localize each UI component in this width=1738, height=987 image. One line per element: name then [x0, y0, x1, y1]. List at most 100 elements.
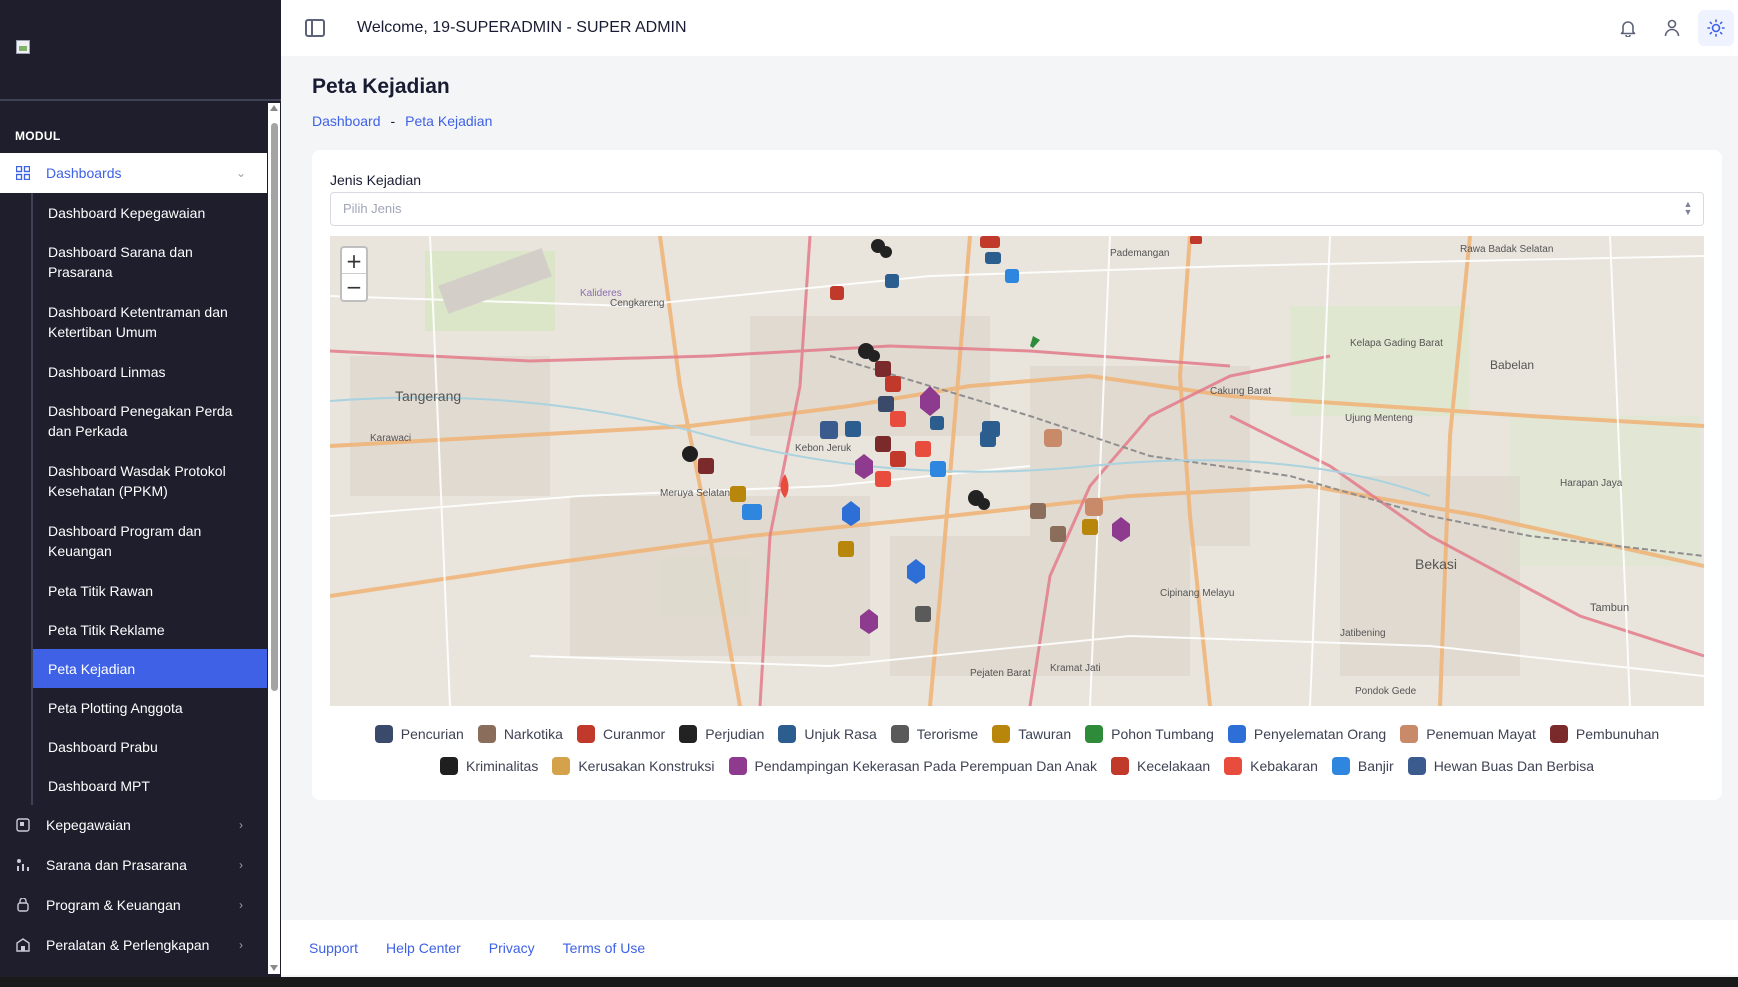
scroll-up-arrow-icon[interactable]: [270, 105, 278, 111]
sidebar-item-label: Sarana dan Prasarana: [46, 857, 187, 873]
map-label-pademangan: Pademangan: [1110, 248, 1170, 259]
construction-icon: [552, 757, 571, 775]
wild-animal-icon: [1407, 757, 1426, 775]
map-label-cipinang-melayu: Cipinang Melayu: [1160, 588, 1235, 599]
select-arrows-icon: ▲ ▼: [1683, 199, 1693, 217]
sub-item-dashboard-wasdak[interactable]: Dashboard Wasdak Protokol Kesehatan (PPK…: [33, 451, 267, 511]
legend-item: Pembunuhan: [1549, 725, 1660, 743]
legend-label: Penemuan Mayat: [1426, 726, 1536, 742]
map-label-meruya-selatan: Meruya Selatan: [660, 488, 730, 499]
sidebar-menu: MODUL Dashboards ⌄ Dashboard Kepegawaian…: [0, 103, 267, 987]
zoom-in-button[interactable]: +: [342, 248, 366, 274]
legend-item: Kriminalitas: [439, 757, 539, 775]
zoom-out-button[interactable]: −: [342, 274, 366, 300]
sun-theme-icon[interactable]: [1698, 10, 1734, 46]
map-label-tangerang: Tangerang: [395, 388, 461, 404]
footer: Support Help Center Privacy Terms of Use: [281, 920, 1738, 975]
sub-item-dashboard-sarana-prasarana[interactable]: Dashboard Sarana dan Prasarana: [33, 232, 267, 292]
chevron-right-icon: ›: [239, 938, 243, 952]
terrorist-icon: [890, 725, 909, 743]
legend-item: Penyelematan Orang: [1227, 725, 1387, 743]
incident-map[interactable]: Tangerang Bekasi Babelan Karawaci Cengka…: [330, 236, 1704, 706]
legend-item: Banjir: [1331, 757, 1394, 775]
sub-item-peta-titik-rawan[interactable]: Peta Titik Rawan: [33, 571, 267, 610]
legend-item: Kecelakaan: [1111, 757, 1210, 775]
legend-label: Curanmor: [602, 726, 666, 742]
map-card: Jenis Kejadian Pilih Jenis ▲ ▼ Tangerang…: [312, 150, 1722, 800]
legend-label: Pencurian: [400, 726, 464, 742]
welcome-text: Welcome, 19-SUPERADMIN - SUPER ADMIN: [357, 19, 687, 36]
map-label-pejaten-barat: Pejaten Barat: [970, 668, 1031, 679]
sub-item-dashboard-prabu[interactable]: Dashboard Prabu: [33, 727, 267, 766]
sub-item-dashboard-linmas[interactable]: Dashboard Linmas: [33, 352, 267, 391]
footer-privacy-link[interactable]: Privacy: [489, 940, 535, 956]
legend-item: Unjuk Rasa: [778, 725, 877, 743]
sub-item-dashboard-program-keuangan[interactable]: Dashboard Program dan Keuangan: [33, 511, 267, 571]
select-placeholder: Pilih Jenis: [343, 201, 402, 216]
sidebar-item-peralatan[interactable]: Peralatan & Perlengkapan ›: [0, 925, 267, 965]
sidebar-item-program-keuangan[interactable]: Program & Keuangan ›: [0, 885, 267, 925]
brawl-icon: [992, 725, 1011, 743]
sidebar-toggle-icon[interactable]: [305, 19, 325, 37]
legend-label: Perjudian: [705, 726, 765, 742]
sidebar-item-kepegawaian[interactable]: Kepegawaian ›: [0, 805, 267, 845]
broken-logo-image-icon[interactable]: [16, 40, 30, 54]
legend-item: Narkotika: [477, 725, 563, 743]
dashboard-grid-icon: [15, 165, 31, 181]
bell-icon[interactable]: [1610, 10, 1646, 46]
legend-label: Pembunuhan: [1575, 726, 1660, 742]
chevron-right-icon: ›: [239, 858, 243, 872]
chevron-down-icon: ⌄: [235, 166, 247, 180]
top-header: Welcome, 19-SUPERADMIN - SUPER ADMIN: [281, 0, 1738, 56]
map-label-cakung-barat: Cakung Barat: [1210, 386, 1271, 397]
car-crash-icon: [1111, 757, 1129, 775]
legend-label: Banjir: [1357, 758, 1394, 774]
sidebar-item-sarana-prasarana[interactable]: Sarana dan Prasarana ›: [0, 845, 267, 885]
sub-item-peta-kejadian[interactable]: Peta Kejadian: [33, 649, 267, 688]
sidebar-item-label: Kepegawaian: [46, 817, 131, 833]
murder-icon: [1549, 725, 1568, 743]
breadcrumb-dashboard-link[interactable]: Dashboard: [312, 113, 381, 129]
jenis-kejadian-label: Jenis Kejadian: [330, 172, 422, 188]
sidebar-item-dashboards[interactable]: Dashboards ⌄: [0, 153, 267, 193]
sub-item-peta-plotting-anggota[interactable]: Peta Plotting Anggota: [33, 688, 267, 727]
logo-area: [0, 0, 281, 101]
jenis-kejadian-select[interactable]: Pilih Jenis ▲ ▼: [330, 192, 1704, 226]
map-label-ujung-menteng: Ujung Menteng: [1345, 413, 1413, 424]
legend-label: Kerusakan Konstruksi: [578, 758, 715, 774]
legend-item: Pohon Tumbang: [1085, 725, 1214, 743]
sub-item-peta-titik-reklame[interactable]: Peta Titik Reklame: [33, 610, 267, 649]
fire-icon: [1224, 757, 1243, 775]
legend-label: Kebakaran: [1250, 758, 1318, 774]
sub-item-dashboard-mpt[interactable]: Dashboard MPT: [33, 766, 267, 805]
sidebar-section-label: MODUL: [15, 129, 61, 143]
legend-label: Penyelematan Orang: [1253, 726, 1387, 742]
page-title: Peta Kejadian: [312, 75, 450, 98]
legend-item: Pencurian: [374, 725, 464, 743]
map-label-kebon-jeruk: Kebon Jeruk: [795, 443, 852, 454]
legend-label: Hewan Buas Dan Berbisa: [1433, 758, 1594, 774]
map-label-rawa-badak: Rawa Badak Selatan: [1460, 244, 1553, 255]
sidebar-scrollbar[interactable]: [268, 103, 280, 974]
legend-label: Kecelakaan: [1137, 758, 1211, 774]
scroll-down-arrow-icon[interactable]: [270, 965, 278, 971]
footer-terms-link[interactable]: Terms of Use: [563, 940, 645, 956]
scrollbar-thumb[interactable]: [271, 123, 278, 691]
map-label-cengkareng: Cengkareng: [610, 298, 664, 309]
criminal-icon: [439, 757, 458, 775]
wallet-icon: [15, 897, 31, 913]
footer-support-link[interactable]: Support: [309, 940, 358, 956]
chevron-right-icon: ›: [239, 898, 243, 912]
map-label-tambun: Tambun: [1590, 602, 1629, 614]
sub-item-dashboard-ketentraman[interactable]: Dashboard Ketentraman dan Ketertiban Umu…: [33, 292, 267, 352]
syringe-icon: [477, 725, 496, 743]
sub-item-dashboard-penegakan-perda[interactable]: Dashboard Penegakan Perda dan Perkada: [33, 391, 267, 451]
map-label-kalideres: Kalideres: [580, 288, 622, 299]
footer-help-center-link[interactable]: Help Center: [386, 940, 461, 956]
legend-item: Kerusakan Konstruksi: [552, 757, 715, 775]
footprints-icon: [1400, 725, 1419, 743]
user-icon[interactable]: [1654, 10, 1690, 46]
sub-item-dashboard-kepegawaian[interactable]: Dashboard Kepegawaian: [33, 193, 267, 232]
tree-icon: [1085, 725, 1104, 743]
legend-label: Kriminalitas: [465, 758, 539, 774]
